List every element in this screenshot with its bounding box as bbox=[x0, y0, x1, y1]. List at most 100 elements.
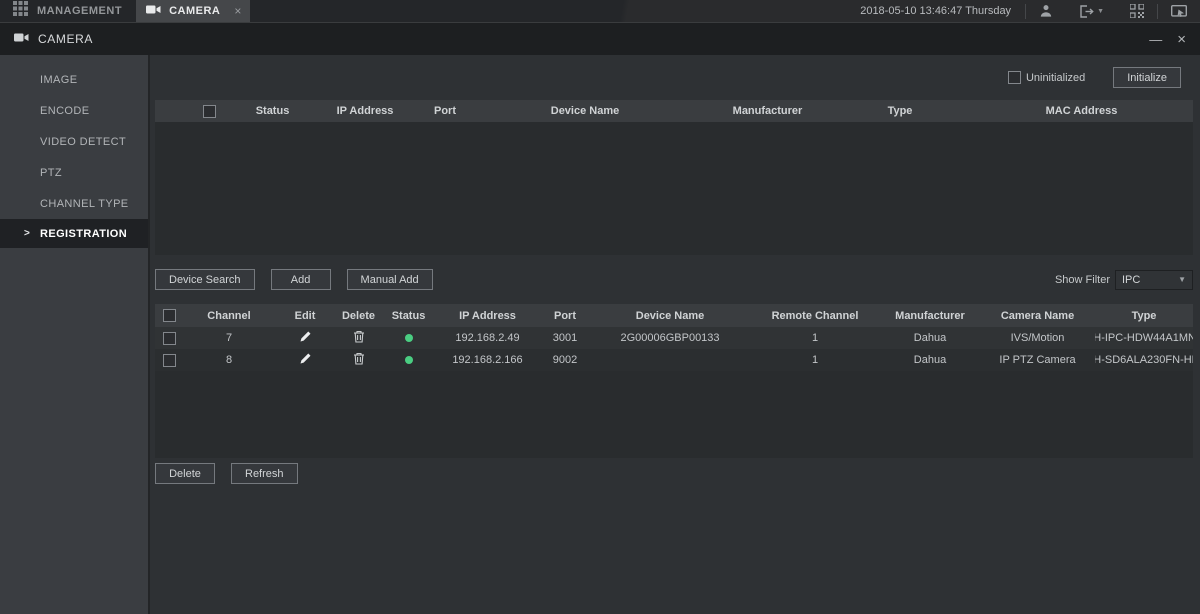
column-header: Remote Channel bbox=[750, 310, 880, 322]
select-all-checkbox[interactable] bbox=[163, 309, 176, 322]
camera-name-cell: IP PTZ Camera bbox=[980, 349, 1095, 371]
row-checkbox[interactable] bbox=[163, 332, 176, 345]
type-cell: DH-SD6ALA230FN-HNI bbox=[1095, 349, 1193, 371]
registration-panel: Uninitialized Initialize Status IP Addre… bbox=[150, 55, 1200, 614]
added-devices-table: Channel Edit Delete Status IP Address Po… bbox=[155, 304, 1193, 458]
column-header: Port bbox=[540, 310, 590, 322]
channel-cell: 8 bbox=[183, 349, 275, 371]
top-bar: MANAGEMENT CAMERA × 2018-05-10 13:46:47 … bbox=[0, 0, 1200, 23]
apps-grid-icon bbox=[13, 1, 28, 21]
column-header: Delete bbox=[335, 310, 382, 322]
sidebar-item-label: REGISTRATION bbox=[40, 228, 127, 240]
delete-button[interactable] bbox=[335, 349, 382, 371]
search-actions-row: Device Search Add Manual Add Show Filter… bbox=[155, 255, 1193, 304]
delete-selected-button[interactable]: Delete bbox=[155, 463, 215, 484]
management-label: MANAGEMENT bbox=[37, 5, 122, 17]
initialize-button[interactable]: Initialize bbox=[1113, 67, 1181, 88]
device-name-cell: 2G00006GBP00133 bbox=[590, 327, 750, 349]
device-search-table-header: Status IP Address Port Device Name Manuf… bbox=[155, 100, 1193, 122]
added-devices-table-header: Channel Edit Delete Status IP Address Po… bbox=[155, 304, 1193, 327]
sidebar: IMAGE ENCODE VIDEO DETECT PTZ CHANNEL TY… bbox=[0, 55, 150, 614]
refresh-button[interactable]: Refresh bbox=[231, 463, 298, 484]
user-button[interactable] bbox=[1026, 0, 1066, 22]
qr-code-icon bbox=[1130, 4, 1144, 18]
trash-icon bbox=[353, 352, 365, 368]
trash-icon bbox=[353, 330, 365, 346]
minimize-icon[interactable]: — bbox=[1149, 33, 1162, 46]
active-arrow-icon: > bbox=[24, 228, 30, 239]
column-header: Manufacturer bbox=[880, 310, 980, 322]
device-search-table: Status IP Address Port Device Name Manuf… bbox=[155, 100, 1193, 255]
manual-add-button[interactable]: Manual Add bbox=[347, 269, 433, 290]
manufacturer-cell: Dahua bbox=[880, 349, 980, 371]
column-header: Status bbox=[382, 310, 435, 322]
camera-tab-label: CAMERA bbox=[169, 5, 220, 17]
column-header: Device Name bbox=[590, 310, 750, 322]
column-header: Port bbox=[425, 105, 465, 117]
sidebar-item-label: VIDEO DETECT bbox=[40, 136, 126, 148]
table-row[interactable]: 8 192.168.2.166 9002 1 Dahua IP PTZ Came… bbox=[155, 349, 1193, 371]
display-output-button[interactable] bbox=[1158, 0, 1200, 22]
column-header: IP Address bbox=[305, 105, 425, 117]
management-tab[interactable]: MANAGEMENT bbox=[0, 0, 136, 22]
remote-channel-cell: 1 bbox=[750, 327, 880, 349]
device-search-table-body bbox=[155, 122, 1193, 255]
column-header: Edit bbox=[275, 310, 335, 322]
sidebar-item-label: IMAGE bbox=[40, 74, 77, 86]
column-header: Device Name bbox=[465, 105, 705, 117]
row-checkbox[interactable] bbox=[163, 354, 176, 367]
user-icon bbox=[1039, 4, 1053, 18]
table-row[interactable]: 7 192.168.2.49 3001 2G00006GBP00133 1 Da… bbox=[155, 327, 1193, 349]
sidebar-item-encode[interactable]: ENCODE bbox=[0, 95, 148, 126]
close-icon[interactable]: × bbox=[1177, 32, 1186, 47]
column-header: Status bbox=[240, 105, 305, 117]
logout-icon bbox=[1079, 5, 1094, 18]
camera-icon bbox=[146, 2, 161, 20]
camera-tab[interactable]: CAMERA × bbox=[136, 0, 250, 22]
ip-cell: 192.168.2.166 bbox=[435, 349, 540, 371]
column-header: Camera Name bbox=[980, 310, 1095, 322]
bottom-actions-row: Delete Refresh bbox=[155, 458, 1193, 485]
added-devices-table-body bbox=[155, 371, 1193, 458]
logout-button[interactable]: ▼ bbox=[1066, 0, 1117, 22]
select-all-checkbox[interactable] bbox=[203, 105, 216, 118]
show-filter-value: IPC bbox=[1122, 274, 1140, 286]
add-button[interactable]: Add bbox=[271, 269, 331, 290]
initialize-row: Uninitialized Initialize bbox=[155, 55, 1193, 100]
window-title-bar: CAMERA — × bbox=[0, 23, 1200, 55]
tab-close-icon[interactable]: × bbox=[234, 5, 241, 17]
status-online-dot bbox=[405, 334, 413, 342]
edit-button[interactable] bbox=[275, 327, 335, 349]
column-header: Type bbox=[1095, 310, 1193, 322]
window-body: IMAGE ENCODE VIDEO DETECT PTZ CHANNEL TY… bbox=[0, 55, 1200, 614]
show-filter-dropdown[interactable]: IPC ▼ bbox=[1115, 270, 1193, 290]
manufacturer-cell: Dahua bbox=[880, 327, 980, 349]
top-bar-status: 2018-05-10 13:46:47 Thursday ▼ bbox=[860, 0, 1200, 22]
device-search-button[interactable]: Device Search bbox=[155, 269, 255, 290]
column-header: Type bbox=[830, 105, 970, 117]
ip-cell: 192.168.2.49 bbox=[435, 327, 540, 349]
sidebar-item-registration[interactable]: > REGISTRATION bbox=[0, 219, 148, 248]
edit-button[interactable] bbox=[275, 349, 335, 371]
qr-code-button[interactable] bbox=[1117, 0, 1157, 22]
sidebar-item-label: PTZ bbox=[40, 167, 62, 179]
sidebar-item-ptz[interactable]: PTZ bbox=[0, 157, 148, 188]
port-cell: 3001 bbox=[540, 327, 590, 349]
pencil-icon bbox=[299, 330, 312, 346]
column-header: IP Address bbox=[435, 310, 540, 322]
column-header: Manufacturer bbox=[705, 105, 830, 117]
sidebar-item-label: CHANNEL TYPE bbox=[40, 198, 129, 210]
delete-button[interactable] bbox=[335, 327, 382, 349]
window-title: CAMERA bbox=[38, 32, 93, 46]
sidebar-item-video-detect[interactable]: VIDEO DETECT bbox=[0, 126, 148, 157]
sidebar-item-label: ENCODE bbox=[40, 105, 89, 117]
sidebar-item-image[interactable]: IMAGE bbox=[0, 64, 148, 95]
type-cell: DH-IPC-HDW44A1MN-I bbox=[1095, 327, 1193, 349]
uninitialized-checkbox[interactable] bbox=[1008, 71, 1021, 84]
top-bar-tabs: MANAGEMENT CAMERA × bbox=[0, 0, 250, 22]
port-cell: 9002 bbox=[540, 349, 590, 371]
column-header: Channel bbox=[183, 310, 275, 322]
sidebar-item-channel-type[interactable]: CHANNEL TYPE bbox=[0, 188, 148, 219]
camera-icon bbox=[14, 30, 29, 48]
show-filter-label: Show Filter bbox=[1055, 274, 1110, 286]
